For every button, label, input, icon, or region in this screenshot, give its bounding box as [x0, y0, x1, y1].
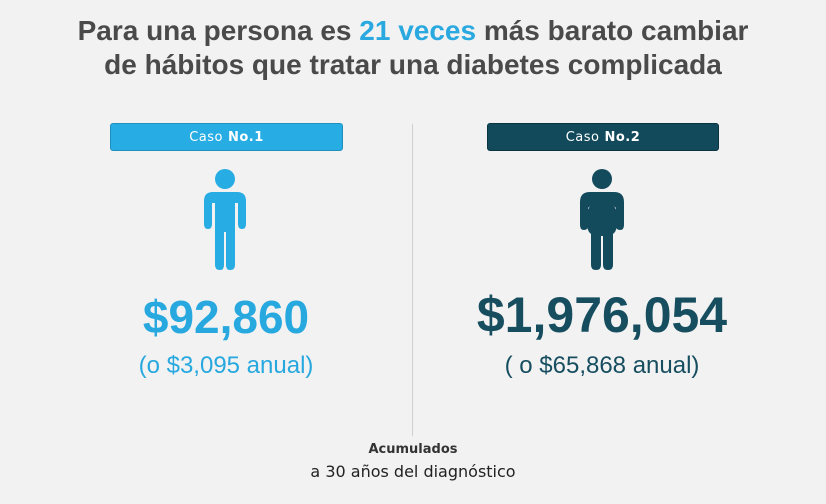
headline-highlight: 21 veces	[359, 15, 477, 46]
headline: Para una persona es 21 veces más barato …	[0, 14, 826, 82]
person-slim-icon	[204, 169, 246, 270]
headline-line-1: Para una persona es 21 veces más barato …	[0, 14, 826, 48]
headline-pre: Para una persona es	[77, 15, 360, 46]
case-1-amount: $92,860	[142, 291, 310, 343]
center-divider	[412, 124, 413, 436]
footer-accumulated: Acumulados	[368, 442, 458, 457]
case-1-annual: (o $3,095 anual)	[138, 352, 314, 379]
case-1-label-number: No.1	[227, 129, 264, 145]
headline-line-2: de hábitos que tratar una diabetes compl…	[104, 49, 722, 80]
footer-years: a 30 años del diagnóstico	[310, 462, 516, 481]
case-1-label: Caso No.1	[110, 123, 343, 151]
headline-post: más barato cambiar	[476, 15, 749, 46]
case-2-label: Caso No.2	[487, 123, 719, 151]
case-2-label-prefix: Caso	[565, 129, 600, 145]
case-2-amount: $1,976,054	[476, 287, 728, 343]
person-heavy-icon	[580, 169, 624, 270]
case-2-annual: ( o $65,868 anual)	[504, 352, 700, 379]
case-1-label-prefix: Caso	[189, 129, 223, 145]
case-2-label-number: No.2	[604, 129, 641, 145]
